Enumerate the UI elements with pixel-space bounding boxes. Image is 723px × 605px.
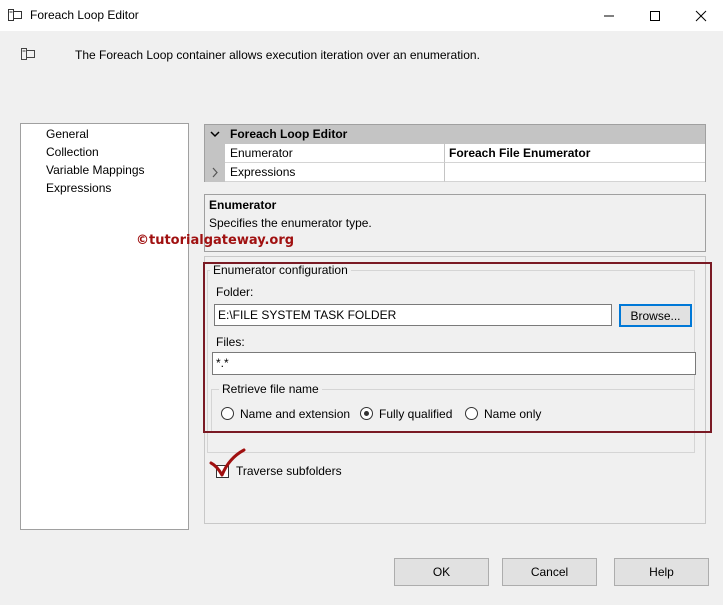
minimize-icon — [604, 15, 614, 16]
nav-item-collection[interactable]: Collection — [46, 145, 99, 159]
property-grid: Foreach Loop Editor Enumerator Foreach F… — [204, 124, 706, 182]
close-button[interactable] — [678, 0, 723, 31]
nav-item-variable-mappings[interactable]: Variable Mappings — [46, 163, 145, 177]
ok-button[interactable]: OK — [394, 558, 489, 586]
grid-row-expressions[interactable]: Expressions — [205, 163, 705, 182]
foreach-icon — [21, 48, 35, 60]
help-button[interactable]: Help — [614, 558, 709, 586]
enumerator-value[interactable]: Foreach File Enumerator — [445, 144, 705, 163]
grid-row-name: Expressions — [225, 163, 445, 182]
minimize-button[interactable] — [586, 0, 632, 31]
page-navigation: General Collection Variable Mappings Exp… — [20, 123, 189, 530]
watermark: ©tutorialgateway.org — [136, 233, 295, 248]
grid-category-header[interactable]: Foreach Loop Editor — [205, 125, 705, 144]
header-description: The Foreach Loop container allows execut… — [75, 48, 480, 62]
nav-item-expressions[interactable]: Expressions — [46, 181, 111, 195]
maximize-button[interactable] — [632, 0, 678, 31]
maximize-icon — [650, 10, 660, 21]
chevron-down-icon[interactable] — [210, 128, 220, 140]
description-text: Specifies the enumerator type. — [209, 216, 372, 230]
grid-row-name: Enumerator — [225, 144, 445, 163]
chevron-right-icon[interactable] — [205, 163, 225, 182]
app-icon — [8, 9, 22, 21]
window-title: Foreach Loop Editor — [30, 8, 139, 22]
grid-category-label: Foreach Loop Editor — [230, 127, 348, 141]
expressions-value[interactable] — [445, 163, 705, 182]
nav-item-general[interactable]: General — [46, 127, 89, 141]
annotation-highlight-box — [203, 262, 712, 433]
close-icon — [695, 10, 707, 21]
cancel-button[interactable]: Cancel — [502, 558, 597, 586]
grid-row-enumerator[interactable]: Enumerator Foreach File Enumerator — [205, 144, 705, 163]
description-title: Enumerator — [209, 198, 277, 212]
traverse-subfolders-label[interactable]: Traverse subfolders — [236, 464, 342, 478]
